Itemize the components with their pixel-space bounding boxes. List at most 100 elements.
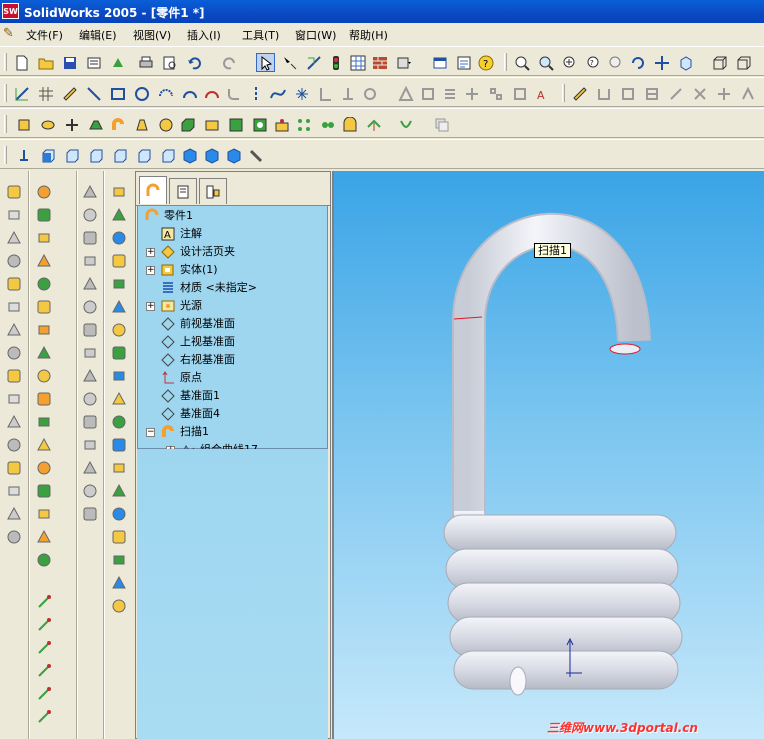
- relation-3-icon[interactable]: [642, 84, 661, 103]
- tree-expander[interactable]: −: [146, 428, 155, 437]
- sweep-feature-icon[interactable]: [108, 115, 127, 134]
- shell-icon[interactable]: [202, 115, 221, 134]
- properties-icon[interactable]: [84, 53, 103, 72]
- tool-1-14-icon[interactable]: [33, 503, 55, 525]
- relation-2-icon[interactable]: [618, 84, 637, 103]
- tool-2-7-icon[interactable]: [79, 342, 101, 364]
- sketch-tool-1-icon[interactable]: [316, 84, 335, 103]
- instant3d-icon[interactable]: [432, 115, 451, 134]
- normal-to-icon[interactable]: [14, 146, 33, 165]
- tool-3-4-icon[interactable]: [108, 273, 130, 295]
- tool-0-6-icon[interactable]: [3, 319, 25, 341]
- traffic-light-icon[interactable]: [326, 53, 345, 72]
- tool-3-5-icon[interactable]: [108, 296, 130, 318]
- top-view-icon[interactable]: [134, 146, 153, 165]
- tool-2-9-icon[interactable]: [79, 388, 101, 410]
- tool-3-1-icon[interactable]: [108, 204, 130, 226]
- bottom-view-icon[interactable]: [158, 146, 177, 165]
- fillet-sketch-icon[interactable]: [224, 84, 243, 103]
- relation-5-icon[interactable]: [690, 84, 709, 103]
- tool-1-9-icon[interactable]: [33, 388, 55, 410]
- tool-0-11-icon[interactable]: [3, 434, 25, 456]
- tool-3-15-icon[interactable]: [108, 526, 130, 548]
- tool-3-8-icon[interactable]: [108, 365, 130, 387]
- smart-dimension-icon[interactable]: [60, 84, 79, 103]
- tool-1-2-icon[interactable]: [33, 227, 55, 249]
- circular-pattern-icon[interactable]: [294, 115, 313, 134]
- tab-configuration-manager[interactable]: [199, 178, 227, 204]
- tool-2-2-icon[interactable]: [79, 227, 101, 249]
- tool-3-6-icon[interactable]: [108, 319, 130, 341]
- extrude-icon[interactable]: [14, 115, 33, 134]
- relation-4-icon[interactable]: [666, 84, 685, 103]
- menu-edit[interactable]: 编辑(E): [79, 27, 117, 43]
- tool-0-7-icon[interactable]: [3, 342, 25, 364]
- tree-expander[interactable]: +: [146, 266, 155, 275]
- toolbar-grip[interactable]: [562, 84, 565, 102]
- tool-2-4-icon[interactable]: [79, 273, 101, 295]
- tool-3-3-icon[interactable]: [108, 250, 130, 272]
- centerpoint-arc-icon[interactable]: [156, 84, 175, 103]
- isometric-view-icon[interactable]: [180, 146, 199, 165]
- open-folder-icon[interactable]: [36, 53, 55, 72]
- tool-1-4-icon[interactable]: [33, 273, 55, 295]
- tool-0-8-icon[interactable]: [3, 365, 25, 387]
- standard-views-icon[interactable]: [676, 53, 695, 72]
- dome-icon[interactable]: [340, 115, 359, 134]
- tool-2-6-icon[interactable]: [79, 319, 101, 341]
- sketch-tool-4-icon[interactable]: [33, 683, 55, 705]
- tool-3-10-icon[interactable]: [108, 411, 130, 433]
- sketch-tool-2-icon[interactable]: [338, 84, 357, 103]
- toolbar-grip[interactable]: [4, 146, 7, 164]
- tool-3-18-icon[interactable]: [108, 595, 130, 617]
- tool-3-12-icon[interactable]: [108, 457, 130, 479]
- tool-1-16-icon[interactable]: [33, 549, 55, 571]
- toolbar-grip[interactable]: [4, 84, 7, 102]
- rectangle-icon[interactable]: [108, 84, 127, 103]
- tool-3-11-icon[interactable]: [108, 434, 130, 456]
- grid-options-icon[interactable]: [348, 53, 367, 72]
- tool-1-0-icon[interactable]: [33, 181, 55, 203]
- three-point-arc-icon[interactable]: [202, 84, 221, 103]
- pan-icon[interactable]: [652, 53, 671, 72]
- fillet-icon[interactable]: [156, 115, 175, 134]
- hole-wizard-icon[interactable]: [250, 115, 269, 134]
- tool-1-10-icon[interactable]: [33, 411, 55, 433]
- dialog-icon[interactable]: [430, 53, 449, 72]
- zoom-in-out-icon[interactable]: [560, 53, 579, 72]
- reference-geometry-icon[interactable]: [364, 115, 383, 134]
- hidden-lines-icon[interactable]: [734, 53, 753, 72]
- tree-expander[interactable]: +: [146, 248, 155, 257]
- grid-icon[interactable]: [36, 84, 55, 103]
- point-icon[interactable]: [292, 84, 311, 103]
- tool-1-13-icon[interactable]: [33, 480, 55, 502]
- wireframe-icon[interactable]: [710, 53, 729, 72]
- tool-0-12-icon[interactable]: [3, 457, 25, 479]
- title-bar[interactable]: SW SolidWorks 2005 - [零件1 *]: [0, 0, 764, 23]
- rib-icon[interactable]: [226, 115, 245, 134]
- sketch-tool-7-icon[interactable]: [462, 84, 481, 103]
- trimetric-view-icon[interactable]: [202, 146, 221, 165]
- new-document-icon[interactable]: [12, 53, 31, 72]
- tool-2-14-icon[interactable]: [79, 503, 101, 525]
- tool-1-5-icon[interactable]: [33, 296, 55, 318]
- tool-0-13-icon[interactable]: [3, 480, 25, 502]
- menu-tools[interactable]: 工具(T): [242, 27, 279, 43]
- graphics-area[interactable]: 扫描1 三维网www.3dportal.cn: [332, 171, 764, 739]
- dimetric-view-icon[interactable]: [224, 146, 243, 165]
- tool-0-9-icon[interactable]: [3, 388, 25, 410]
- undo-icon[interactable]: [184, 53, 203, 72]
- left-view-icon[interactable]: [86, 146, 105, 165]
- tool-0-10-icon[interactable]: [3, 411, 25, 433]
- tool-2-5-icon[interactable]: [79, 296, 101, 318]
- line-icon[interactable]: [84, 84, 103, 103]
- back-view-icon[interactable]: [62, 146, 81, 165]
- menu-window[interactable]: 窗口(W): [295, 27, 336, 43]
- revolve-icon[interactable]: [38, 115, 57, 134]
- sketch-tool-3-icon[interactable]: [33, 660, 55, 682]
- tool-0-0-icon[interactable]: [3, 181, 25, 203]
- front-view-icon[interactable]: [38, 146, 57, 165]
- sketch-icon[interactable]: [12, 84, 31, 103]
- sketch-tool-8-icon[interactable]: [486, 84, 505, 103]
- mirror-icon[interactable]: [318, 115, 337, 134]
